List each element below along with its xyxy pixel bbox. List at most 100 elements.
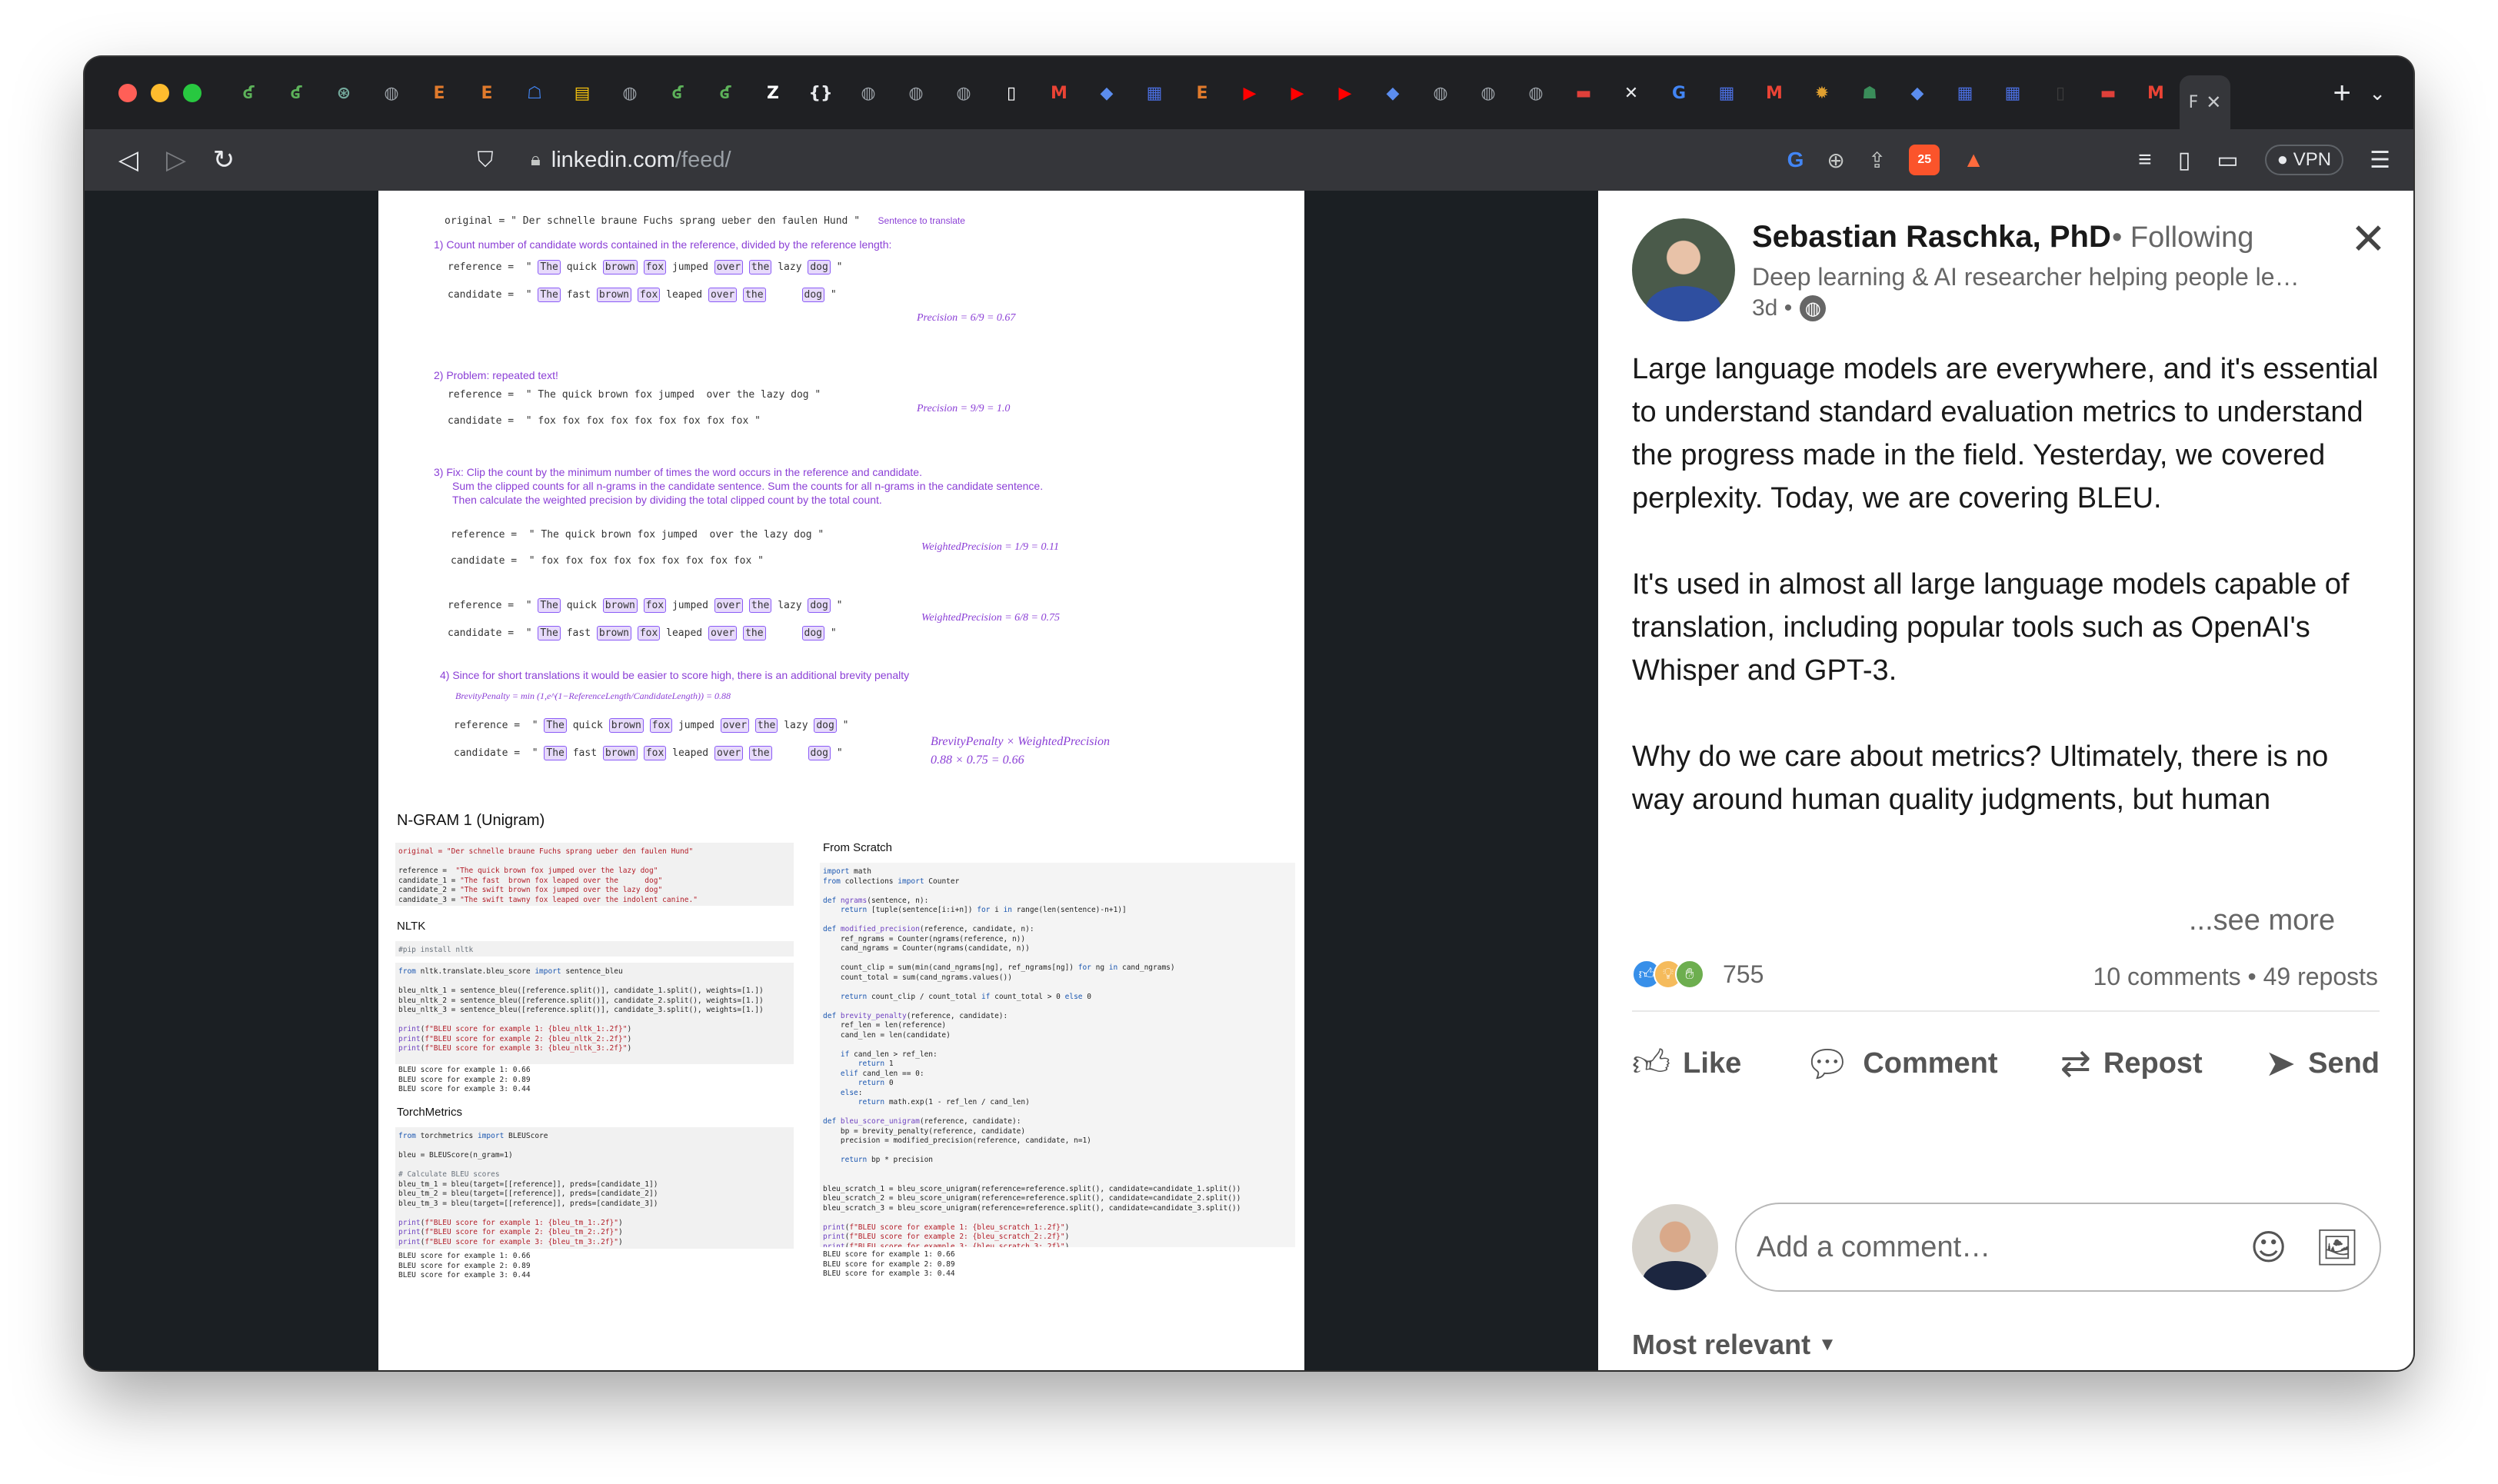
- browser-tab[interactable]: ◍: [892, 69, 940, 117]
- brave-rewards-icon[interactable]: ▲: [1963, 148, 1984, 172]
- wallet-icon[interactable]: ▭: [2217, 147, 2238, 174]
- browser-tab[interactable]: ◍: [1417, 69, 1464, 117]
- sort-dropdown[interactable]: Most relevant ▼: [1632, 1329, 1837, 1361]
- sidebar-icon[interactable]: ▯: [2178, 147, 2191, 174]
- tab-search-icon[interactable]: ⌄: [2369, 82, 2386, 105]
- tab-favicon-icon: {}: [808, 83, 833, 103]
- bookmark-icon[interactable]: ⛉: [461, 148, 509, 173]
- close-tab-icon[interactable]: ✕: [2206, 92, 2221, 113]
- post-paragraph: It's used in almost all large language m…: [1632, 568, 2350, 687]
- tab-favicon-icon: ▶: [1338, 83, 1352, 103]
- author-name[interactable]: Sebastian Raschka, PhD: [1752, 220, 2111, 255]
- following-status[interactable]: • Following: [2112, 221, 2253, 255]
- google-icon[interactable]: G: [1787, 148, 1804, 172]
- browser-tab[interactable]: ▦: [1989, 69, 2037, 117]
- comments-reposts-count[interactable]: 10 comments • 49 reposts: [2093, 963, 2378, 991]
- browser-tab[interactable]: ◆: [1893, 69, 1941, 117]
- browser-tab[interactable]: ◍: [940, 69, 988, 117]
- browser-tab[interactable]: ✕: [1607, 69, 1655, 117]
- reload-icon[interactable]: ↻: [200, 145, 248, 175]
- browser-tab[interactable]: M: [1035, 69, 1083, 117]
- browser-tab[interactable]: ☗: [1846, 69, 1893, 117]
- browser-tab[interactable]: ▯: [988, 69, 1035, 117]
- see-more-button[interactable]: ...see more: [2178, 904, 2355, 937]
- lock-icon[interactable]: 🔒︎: [531, 149, 541, 171]
- browser-tab[interactable]: E: [463, 69, 511, 117]
- brave-shields-icon[interactable]: 25: [1909, 145, 1940, 175]
- browser-tab[interactable]: ▶: [1274, 69, 1321, 117]
- browser-tab[interactable]: ▯: [2037, 69, 2084, 117]
- forward-icon[interactable]: ▷: [152, 145, 200, 175]
- tab-favicon-icon: ◍: [1528, 83, 1544, 103]
- browser-window: ʛ ʛ ⊛ ◍ E E ☖ ▤ ◍ ʛ ʛ Z {} ◍ ◍ ◍ ▯ M ◆ ▦ E ▶ ▶ ▶ ◆ ◍ ◍ ◍ ▬ ✕ G ▦ M ✹ ☗ ◆ ▦ ▦ ▯…: [85, 57, 2413, 1370]
- browser-tab[interactable]: ◆: [1369, 69, 1417, 117]
- zoom-window-button[interactable]: [183, 84, 202, 102]
- browser-tab[interactable]: ⊛: [320, 69, 368, 117]
- browser-tab[interactable]: ʛ: [654, 69, 701, 117]
- figure-cand-row-3: candidate = " fox fox fox fox fox fox fo…: [451, 555, 764, 567]
- zoom-icon[interactable]: ⊕: [1827, 148, 1844, 173]
- browser-tab[interactable]: G: [1655, 69, 1703, 117]
- share-icon[interactable]: ⇪: [1868, 148, 1886, 173]
- browser-tab[interactable]: ʛ: [701, 69, 749, 117]
- browser-toolbar: ◁ ▷ ↻ ⛉ 🔒︎ linkedin.com/feed/ G ⊕ ⇪ 25 ▲…: [85, 129, 2413, 191]
- image-icon[interactable]: 🖼︎: [2315, 1226, 2360, 1269]
- tab-favicon-icon: ▦: [1146, 83, 1163, 103]
- user-avatar[interactable]: [1632, 1204, 1718, 1290]
- menu-icon[interactable]: ☰: [2370, 147, 2390, 174]
- browser-tab[interactable]: ◍: [844, 69, 892, 117]
- tab-favicon-icon: ◆: [1100, 83, 1114, 103]
- reactions-summary[interactable]: 👍︎ 💡︎ ✋︎ 755: [1632, 960, 1764, 989]
- browser-tab[interactable]: ▦: [1941, 69, 1989, 117]
- tab-favicon-icon: ʛ: [242, 83, 255, 103]
- browser-tab[interactable]: ◍: [368, 69, 415, 117]
- browser-tab[interactable]: M: [2132, 69, 2180, 117]
- browser-tab[interactable]: M: [1750, 69, 1798, 117]
- minimize-window-button[interactable]: [151, 84, 169, 102]
- comment-input[interactable]: [1757, 1230, 2223, 1264]
- address-bar[interactable]: ⛉ 🔒︎ linkedin.com/feed/ G ⊕ ⇪ 25 ▲: [477, 138, 2007, 181]
- browser-tab[interactable]: ◆: [1083, 69, 1131, 117]
- vpn-button[interactable]: ● VPN: [2264, 145, 2344, 175]
- new-tab-button[interactable]: +: [2315, 76, 2369, 111]
- browser-tab[interactable]: ▶: [1321, 69, 1369, 117]
- active-tab[interactable]: F ✕: [2180, 75, 2230, 129]
- comment-button[interactable]: 💬︎ Comment: [1804, 1041, 1997, 1086]
- back-icon[interactable]: ◁: [105, 145, 152, 175]
- post-paragraph: Large language models are everywhere, an…: [1632, 353, 2379, 514]
- post-image[interactable]: original = " Der schnelle braune Fuchs s…: [378, 191, 1304, 1370]
- figure-ref-row-3: reference = " The quick brown fox jumped…: [451, 529, 824, 541]
- like-button[interactable]: 👍︎ Like: [1632, 1041, 1741, 1086]
- tab-favicon-icon: ☗: [1862, 83, 1877, 103]
- browser-tab[interactable]: ▬: [2084, 69, 2132, 117]
- browser-tab[interactable]: ▶: [1226, 69, 1274, 117]
- author-avatar[interactable]: [1632, 218, 1735, 321]
- playlist-icon[interactable]: ≡: [2138, 147, 2152, 173]
- emoji-icon[interactable]: ☺: [2250, 1226, 2287, 1268]
- browser-tab[interactable]: ◍: [1464, 69, 1512, 117]
- send-button[interactable]: ➤ Send: [2265, 1041, 2380, 1086]
- browser-tab[interactable]: ▦: [1703, 69, 1750, 117]
- browser-tab[interactable]: ▤: [558, 69, 606, 117]
- comment-box[interactable]: ☺ 🖼︎: [1735, 1203, 2381, 1292]
- figure-step3a: 3) Fix: Clip the count by the minimum nu…: [434, 466, 922, 478]
- browser-tab[interactable]: ʛ: [225, 69, 272, 117]
- globe-icon: ◍: [1800, 295, 1827, 321]
- close-icon[interactable]: ✕: [2350, 218, 2386, 261]
- browser-tab[interactable]: E: [1178, 69, 1226, 117]
- repost-button[interactable]: ⇄ Repost: [2060, 1041, 2203, 1086]
- close-window-button[interactable]: [118, 84, 137, 102]
- tab-favicon-icon: ◍: [622, 83, 638, 103]
- url-text[interactable]: linkedin.com/feed/: [551, 148, 731, 173]
- browser-tab[interactable]: ▬: [1560, 69, 1607, 117]
- browser-tab[interactable]: ▦: [1131, 69, 1178, 117]
- browser-tab[interactable]: {}: [797, 69, 844, 117]
- browser-tab[interactable]: ◍: [1512, 69, 1560, 117]
- browser-tab[interactable]: Z: [749, 69, 797, 117]
- browser-tab[interactable]: E: [415, 69, 463, 117]
- browser-tab[interactable]: ✹: [1798, 69, 1846, 117]
- browser-tab[interactable]: ʛ: [272, 69, 320, 117]
- browser-tab[interactable]: ◍: [606, 69, 654, 117]
- post-text: Large language models are everywhere, an…: [1632, 348, 2386, 986]
- browser-tab[interactable]: ☖: [511, 69, 558, 117]
